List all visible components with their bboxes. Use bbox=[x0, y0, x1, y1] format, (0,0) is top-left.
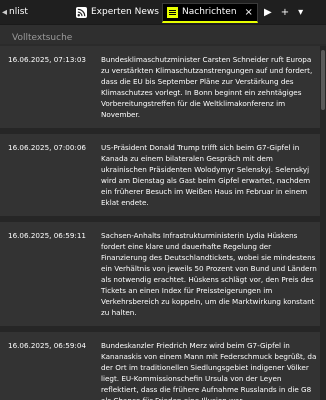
tab-experten-news-label: Experten News bbox=[91, 7, 159, 17]
close-icon[interactable]: × bbox=[245, 7, 253, 18]
search-input[interactable] bbox=[0, 28, 326, 48]
tab-previous-label: nlist bbox=[9, 7, 28, 17]
news-timestamp: 16.06.2025, 06:59:04 bbox=[8, 341, 87, 350]
scroll-tabs-right-icon[interactable]: ▶ bbox=[264, 7, 272, 18]
news-item[interactable]: 16.06.2025, 06:59:11 Sachsen-Anhalts Inf… bbox=[0, 222, 326, 332]
news-item[interactable]: 16.06.2025, 06:59:04 Bundeskanzler Fried… bbox=[0, 332, 326, 400]
news-text: Bundesklimaschutzminister Carsten Schnei… bbox=[101, 55, 313, 119]
scrollbar-thumb[interactable] bbox=[321, 50, 325, 110]
tab-nachrichten-label: Nachrichten bbox=[182, 7, 237, 17]
feed-scrollbar[interactable] bbox=[320, 46, 326, 400]
news-text: US-Präsident Donald Trump trifft sich be… bbox=[101, 143, 311, 207]
rss-icon bbox=[76, 6, 87, 18]
chevron-left-icon: ◂ bbox=[2, 6, 8, 18]
tab-nachrichten[interactable]: Nachrichten × bbox=[162, 2, 258, 23]
tab-previous[interactable]: ◂ nlist bbox=[0, 1, 70, 23]
news-item[interactable]: 16.06.2025, 07:00:06 US-Präsident Donald… bbox=[0, 134, 326, 222]
news-text: Bundeskanzler Friedrich Merz wird beim G… bbox=[101, 341, 317, 400]
add-tab-icon[interactable]: + bbox=[281, 7, 289, 18]
news-item[interactable]: 16.06.2025, 07:13:03 Bundesklimaschutzmi… bbox=[0, 46, 326, 134]
news-timestamp: 16.06.2025, 07:00:06 bbox=[8, 143, 87, 152]
news-timestamp: 16.06.2025, 06:59:11 bbox=[8, 231, 87, 240]
news-icon bbox=[167, 6, 178, 18]
tab-menu-icon[interactable]: ▾ bbox=[298, 7, 303, 18]
news-text: Sachsen-Anhalts Infrastrukturministerin … bbox=[101, 231, 317, 317]
news-feed: 16.06.2025, 07:13:03 Bundesklimaschutzmi… bbox=[0, 46, 326, 400]
tab-experten-news[interactable]: Experten News bbox=[70, 1, 162, 23]
search-bar bbox=[0, 24, 326, 48]
news-timestamp: 16.06.2025, 07:13:03 bbox=[8, 55, 87, 64]
tab-bar: ◂ nlist Experten News Nachrichten × ▶ + … bbox=[0, 0, 326, 24]
